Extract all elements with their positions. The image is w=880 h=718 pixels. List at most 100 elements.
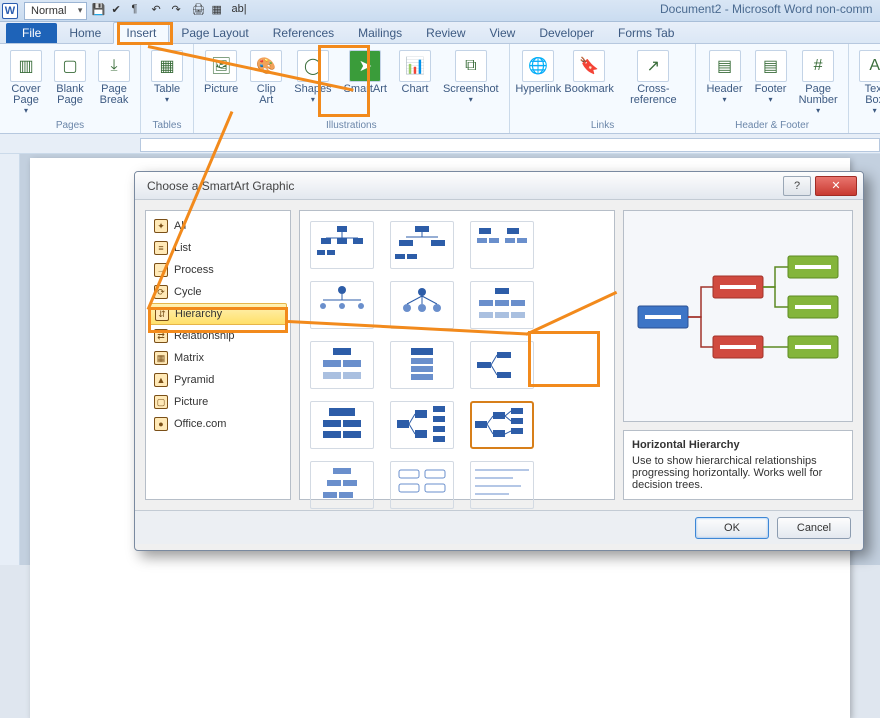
pagenum-button[interactable]: #PageNumber▾ [795, 46, 842, 115]
style-selector[interactable]: Normal [24, 2, 87, 20]
bookmark-button[interactable]: 🔖Bookmark [565, 46, 613, 106]
ribbon: ▥CoverPage▾ ▢BlankPage ⤓PageBreak Pages … [0, 44, 880, 134]
gallery-thumb[interactable] [470, 341, 534, 389]
chart-button[interactable]: 📊Chart [395, 46, 435, 106]
gallery-thumb[interactable] [470, 221, 534, 269]
blank-page-button[interactable]: ▢BlankPage [50, 46, 90, 115]
qat-paragraph-icon[interactable]: ¶ [131, 3, 147, 19]
chart-icon: 📊 [399, 50, 431, 82]
gallery-thumb[interactable] [310, 221, 374, 269]
category-picture[interactable]: ▢Picture [146, 391, 290, 413]
bookmark-icon: 🔖 [573, 50, 605, 82]
page-break-button[interactable]: ⤓PageBreak [94, 46, 134, 115]
tab-references[interactable]: References [261, 23, 346, 43]
footer-icon: ▤ [755, 50, 787, 82]
group-text: ATextBox▾ [849, 44, 880, 133]
document-title: Document2 - Microsoft Word non-comm [660, 2, 873, 16]
smartart-dialog: Choose a SmartArt Graphic ? ✕ ✦All ≡List… [134, 171, 864, 551]
cancel-button[interactable]: Cancel [777, 517, 851, 539]
dialog-footer: OK Cancel [135, 510, 863, 544]
group-title: Illustrations [326, 120, 377, 133]
all-icon: ✦ [154, 219, 168, 233]
crossref-icon: ↗ [637, 50, 669, 82]
gallery [299, 210, 615, 500]
group-tables: ▦Table▾ Tables [141, 44, 194, 133]
category-matrix[interactable]: ▦Matrix [146, 347, 290, 369]
header-button[interactable]: ▤Header▾ [702, 46, 746, 115]
smartart-icon: ➤ [349, 50, 381, 82]
relationship-icon: ⇄ [154, 329, 168, 343]
tab-file[interactable]: File [6, 23, 57, 43]
group-title: Header & Footer [735, 120, 809, 133]
cover-page-button[interactable]: ▥CoverPage▾ [6, 46, 46, 115]
category-all[interactable]: ✦All [146, 215, 290, 237]
chevron-down-icon: ▾ [769, 95, 773, 104]
horizontal-ruler[interactable] [0, 134, 880, 154]
textbox-icon: A [859, 50, 880, 82]
screenshot-button[interactable]: ⧉Screenshot▾ [439, 46, 503, 106]
tab-home[interactable]: Home [57, 23, 113, 43]
pyramid-icon: ▲ [154, 373, 168, 387]
gallery-thumb[interactable] [310, 461, 374, 509]
qat-save-icon[interactable]: 💾 [91, 3, 107, 19]
ok-button[interactable]: OK [695, 517, 769, 539]
qat-spellcheck-icon[interactable]: ✔ [111, 3, 127, 19]
category-pyramid[interactable]: ▲Pyramid [146, 369, 290, 391]
qat-table-icon[interactable]: ▦ [211, 3, 227, 19]
preview-canvas [623, 210, 853, 422]
category-list: ✦All ≡List →Process ⟳Cycle ⇵Hierarchy ⇄R… [145, 210, 291, 500]
app-icon: W [2, 3, 18, 19]
chevron-down-icon: ▾ [311, 95, 315, 104]
chevron-down-icon: ▾ [873, 106, 877, 115]
ribbon-tabs: File Home Insert Page Layout References … [0, 22, 880, 44]
chevron-down-icon: ▾ [816, 106, 820, 115]
qat-redo-icon[interactable]: ↷ [171, 3, 187, 19]
tab-view[interactable]: View [478, 23, 528, 43]
header-icon: ▤ [709, 50, 741, 82]
tab-page-layout[interactable]: Page Layout [169, 23, 260, 43]
gallery-thumb-selected[interactable] [470, 401, 534, 449]
gallery-thumb[interactable] [310, 401, 374, 449]
tab-mailings[interactable]: Mailings [346, 23, 414, 43]
smartart-button[interactable]: ➤SmartArt [340, 46, 391, 106]
footer-button[interactable]: ▤Footer▾ [751, 46, 791, 115]
hierarchy-icon: ⇵ [155, 307, 169, 321]
category-relationship[interactable]: ⇄Relationship [146, 325, 290, 347]
blank-page-icon: ▢ [54, 50, 86, 82]
vertical-ruler[interactable] [0, 154, 20, 565]
dialog-titlebar[interactable]: Choose a SmartArt Graphic ? ✕ [135, 172, 863, 200]
gallery-thumb[interactable] [390, 341, 454, 389]
gallery-thumb[interactable] [390, 401, 454, 449]
crossref-button[interactable]: ↗Cross-reference [617, 46, 689, 106]
dialog-help-button[interactable]: ? [783, 176, 811, 196]
gallery-thumb[interactable] [390, 461, 454, 509]
gallery-thumb[interactable] [310, 341, 374, 389]
qat-undo-icon[interactable]: ↶ [151, 3, 167, 19]
gallery-thumb[interactable] [390, 221, 454, 269]
chevron-down-icon: ▾ [165, 95, 169, 104]
title-bar: W Normal 💾 ✔ ¶ ↶ ↷ 🖨 ▦ ab| Document2 - M… [0, 0, 880, 22]
tab-insert[interactable]: Insert [113, 22, 169, 44]
preview-pane: Horizontal Hierarchy Use to show hierarc… [623, 210, 853, 500]
cover-page-icon: ▥ [10, 50, 42, 82]
group-links: 🌐Hyperlink 🔖Bookmark ↗Cross-reference Li… [510, 44, 697, 133]
category-list[interactable]: ≡List [146, 237, 290, 259]
qat-textbox-icon[interactable]: ab| [231, 3, 247, 19]
qat-print-icon[interactable]: 🖨 [191, 3, 207, 19]
textbox-button[interactable]: ATextBox▾ [855, 46, 880, 115]
gallery-thumb[interactable] [470, 461, 534, 509]
picture-button[interactable]: 🖼Picture [200, 46, 242, 106]
page-break-icon: ⤓ [98, 50, 130, 82]
category-officecom[interactable]: ●Office.com [146, 413, 290, 435]
hyperlink-button[interactable]: 🌐Hyperlink [516, 46, 561, 106]
tab-forms[interactable]: Forms Tab [606, 23, 686, 43]
group-title: Pages [56, 120, 84, 133]
dialog-close-button[interactable]: ✕ [815, 176, 857, 196]
category-cycle[interactable]: ⟳Cycle [146, 281, 290, 303]
tab-review[interactable]: Review [414, 23, 477, 43]
gallery-thumb[interactable] [470, 281, 534, 329]
group-title: Tables [153, 120, 182, 133]
category-hierarchy[interactable]: ⇵Hierarchy [149, 303, 287, 325]
gallery-thumb[interactable] [390, 281, 454, 329]
tab-developer[interactable]: Developer [527, 23, 606, 43]
